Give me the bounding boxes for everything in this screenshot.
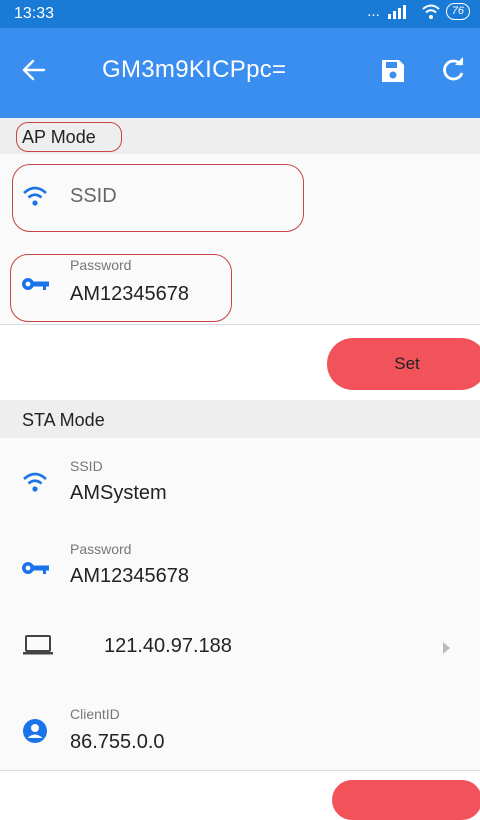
status-dots: ... [367,3,380,20]
ap-ssid-field[interactable]: SSID [0,154,480,239]
bottom-action-button[interactable] [332,780,480,820]
client-id-value: 86.755.0.0 [70,731,165,753]
status-bar: 13:33 ... 76 [0,0,480,28]
ap-mode-label: AP Mode [22,127,96,147]
ap-password-field[interactable]: Password AM12345678 [0,238,480,325]
server-address-row[interactable]: 121.40.97.188 [0,606,480,687]
status-icons: ... 76 [367,3,470,20]
ap-ssid-placeholder: SSID [70,185,117,207]
sta-password-value: AM12345678 [70,565,189,587]
key-icon [22,278,49,290]
sta-ssid-value: AMSystem [70,482,167,504]
wifi-icon [23,472,47,492]
wifi-status-icon [422,4,440,19]
refresh-icon[interactable] [440,56,468,84]
chevron-right-icon [443,642,450,654]
sta-ssid-caption: SSID [70,458,103,474]
battery-icon: 76 [445,3,470,20]
signal-icon [387,4,406,19]
wifi-icon [23,186,47,206]
laptop-icon [23,635,53,655]
sta-ssid-field[interactable]: SSID AMSystem [0,438,480,523]
sta-password-field[interactable]: Password AM12345678 [0,522,480,607]
app-bar: GM3m9KICPpc= [0,28,480,118]
sta-mode-header: STA Mode [0,400,480,438]
status-time: 13:33 [14,5,55,22]
floppy-save-icon[interactable] [380,58,406,84]
client-id-field[interactable]: ClientID 86.755.0.0 [0,686,480,771]
set-button[interactable]: Set [327,338,480,390]
ap-mode-header: AP Mode [0,118,480,154]
ap-password-value: AM12345678 [70,283,189,305]
sta-password-caption: Password [70,541,132,557]
sta-mode-label: STA Mode [22,410,105,430]
ap-password-caption: Password [70,257,132,273]
arrow-back-icon[interactable] [20,56,48,84]
page-title: GM3m9KICPpc= [102,56,287,83]
client-id-caption: ClientID [70,706,120,722]
account-circle-icon [23,719,47,743]
key-icon [22,562,49,574]
server-address-value: 121.40.97.188 [104,635,232,657]
